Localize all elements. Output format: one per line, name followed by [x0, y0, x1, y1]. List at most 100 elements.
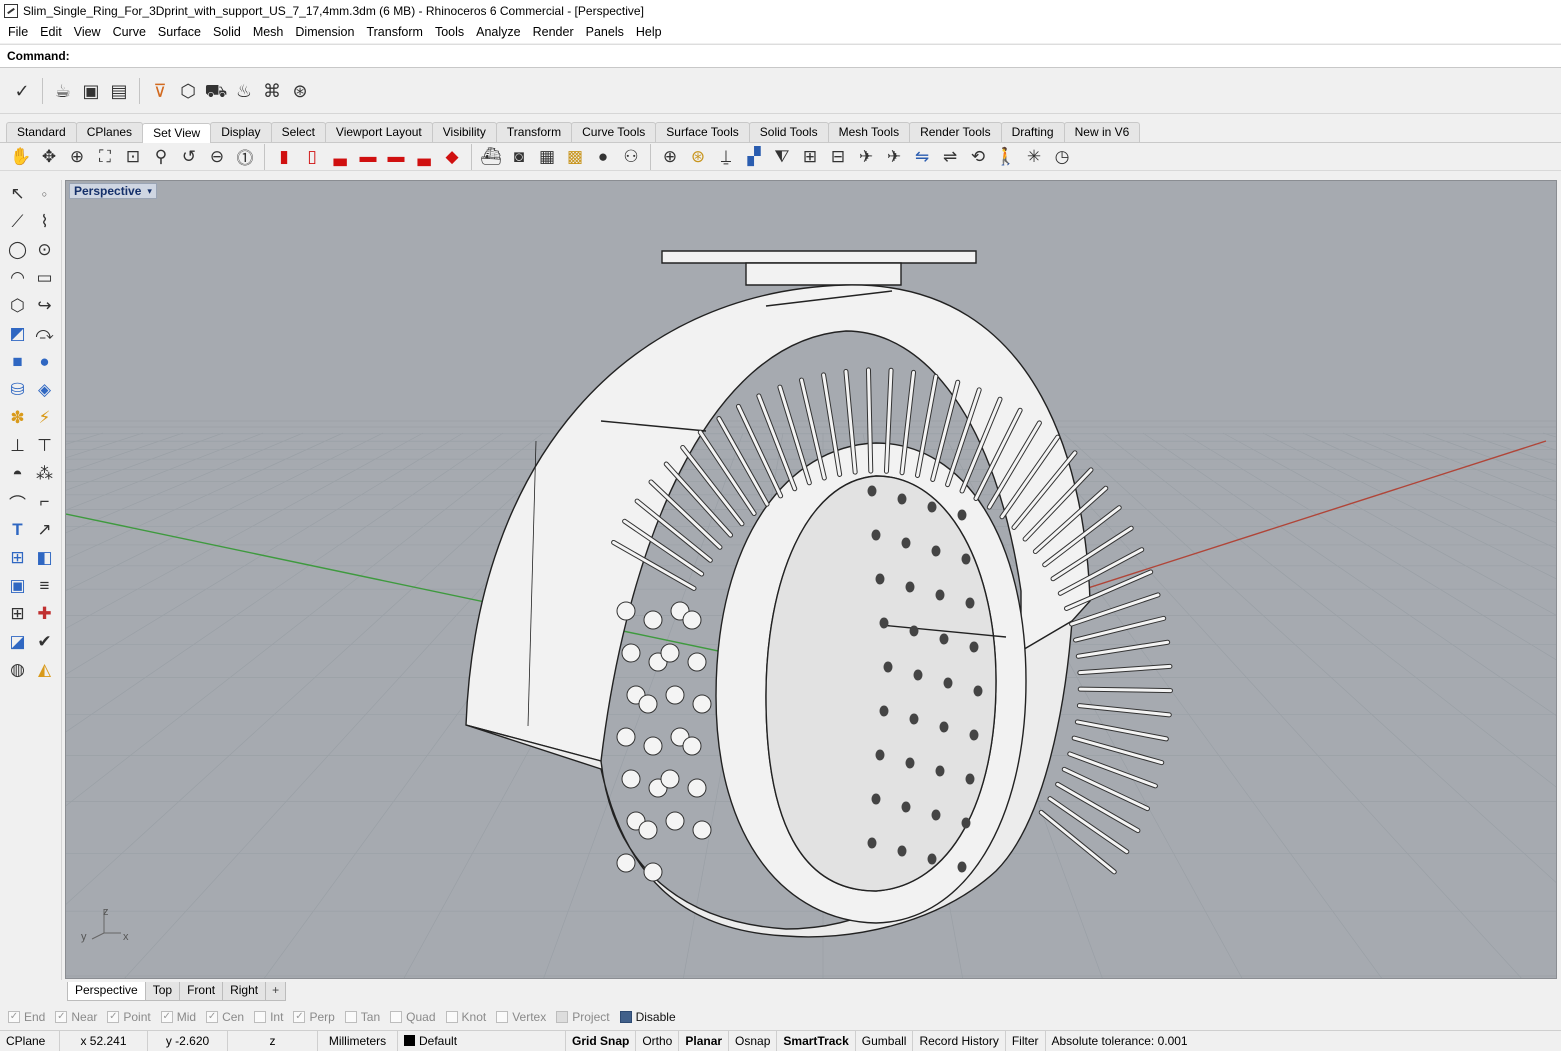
tab-viewport-layout[interactable]: Viewport Layout	[324, 122, 433, 142]
osnap-near[interactable]: ✓ Near	[55, 1010, 97, 1024]
checkbox-icon[interactable]	[619, 1011, 632, 1023]
filter-toggle[interactable]: Filter	[1006, 1030, 1046, 1051]
circle-icon[interactable]: ◯	[4, 237, 31, 263]
checkbox-icon[interactable]	[254, 1011, 267, 1023]
tab-solid-tools[interactable]: Solid Tools	[748, 122, 829, 142]
solid-sphere-icon[interactable]: ●	[31, 349, 58, 375]
boolean-icon[interactable]: ◓	[4, 461, 31, 487]
tab-cplanes[interactable]: CPlanes	[75, 122, 144, 142]
gear-target-icon[interactable]: ⊛	[287, 78, 313, 104]
osnap-project[interactable]: Project	[556, 1010, 610, 1024]
select-arrow-icon[interactable]: ↖	[4, 181, 31, 207]
planar-toggle[interactable]: Planar	[679, 1030, 730, 1051]
checkbox-icon[interactable]	[390, 1011, 403, 1023]
spheres-icon[interactable]: ⚇	[617, 144, 645, 170]
ring-model[interactable]	[465, 250, 1091, 938]
add-viewport-tab-button[interactable]: +	[265, 981, 287, 1001]
shaded-display-icon[interactable]: ▣	[78, 78, 104, 104]
osnap-knot[interactable]: Knot	[445, 1010, 486, 1024]
camera-lens-icon[interactable]: ⛴	[477, 144, 505, 170]
viewtab-perspective[interactable]: Perspective	[67, 981, 146, 1001]
checkbox-icon[interactable]: ✓	[160, 1011, 173, 1023]
checkmark-icon[interactable]: ✔	[31, 629, 58, 655]
airplane-side-icon[interactable]: ✈	[880, 144, 908, 170]
checkbox-icon[interactable]	[496, 1011, 509, 1023]
grid-snap-toggle[interactable]: Grid Snap	[566, 1030, 637, 1051]
checkbox-icon[interactable]: ✓	[293, 1011, 306, 1023]
osnap-end[interactable]: ✓ End	[8, 1010, 45, 1024]
plan-parallel-icon[interactable]: ⊞	[796, 144, 824, 170]
target-camera-icon[interactable]: ⊛	[684, 144, 712, 170]
menu-solid[interactable]: Solid	[207, 22, 247, 43]
tab-mesh-tools[interactable]: Mesh Tools	[827, 122, 911, 142]
menu-dimension[interactable]: Dimension	[289, 22, 360, 43]
gumball-toggle[interactable]: Gumball	[856, 1030, 914, 1051]
tab-display[interactable]: Display	[210, 122, 272, 142]
array-icon[interactable]: ⊞	[4, 601, 31, 627]
menu-file[interactable]: File	[0, 22, 34, 43]
fillet-curve-icon[interactable]: ↪	[31, 293, 58, 319]
osnap-toggle[interactable]: Osnap	[729, 1030, 778, 1051]
dimension-icon[interactable]: ↗	[31, 517, 58, 543]
viewport-menu-caret-icon[interactable]: ▾	[147, 186, 152, 197]
checkbox-icon[interactable]: ✓	[55, 1011, 68, 1023]
checkbox-icon[interactable]	[556, 1011, 569, 1023]
menu-help[interactable]: Help	[630, 22, 668, 43]
view-car-front-icon[interactable]: ▃	[326, 144, 354, 170]
layer-status[interactable]: Default	[398, 1030, 566, 1051]
record-history-toggle[interactable]: Record History	[913, 1030, 1006, 1051]
twist-view-icon[interactable]: ⇋	[908, 144, 936, 170]
arc-icon[interactable]: ◠	[4, 265, 31, 291]
viewtab-right[interactable]: Right	[222, 981, 267, 1001]
tilt-view-icon[interactable]: ⇌	[936, 144, 964, 170]
check-icon[interactable]: ✓	[9, 78, 35, 104]
window-display-icon[interactable]: ▤	[106, 78, 132, 104]
menu-tools[interactable]: Tools	[429, 22, 470, 43]
menu-view[interactable]: View	[68, 22, 107, 43]
explode-icon[interactable]: ⁂	[31, 461, 58, 487]
mirror-icon[interactable]: ◧	[31, 545, 58, 571]
cage-edit-icon[interactable]: ▣	[4, 573, 31, 599]
plants-icon[interactable]: ♨	[231, 78, 257, 104]
view-car-left-icon[interactable]: ▬	[354, 144, 382, 170]
fillet-edge-icon[interactable]: ⌒	[4, 489, 31, 515]
clock-icon[interactable]: ◷	[1048, 144, 1076, 170]
trim-icon[interactable]: ⊥	[4, 433, 31, 459]
menu-render[interactable]: Render	[527, 22, 580, 43]
osnap-tan[interactable]: Tan	[344, 1010, 380, 1024]
gear-mesh-icon[interactable]: ✽	[4, 405, 31, 431]
osnap-quad[interactable]: Quad	[390, 1010, 436, 1024]
checkbox-icon[interactable]: ✓	[206, 1011, 219, 1023]
named-view-icon[interactable]: ▦	[533, 144, 561, 170]
menu-edit[interactable]: Edit	[34, 22, 68, 43]
menu-panels[interactable]: Panels	[580, 22, 630, 43]
camera-icon[interactable]: ◙	[505, 144, 533, 170]
zoom-selected-icon[interactable]: ⚲	[147, 144, 175, 170]
group-icon[interactable]: ⊞	[4, 545, 31, 571]
tab-transform[interactable]: Transform	[495, 122, 573, 142]
view-car-top-icon[interactable]: ▮	[270, 144, 298, 170]
viewport-name[interactable]: Perspective	[74, 184, 141, 198]
osnap-vertex[interactable]: Vertex	[496, 1010, 546, 1024]
viewport-title[interactable]: Perspective ▾	[69, 183, 157, 199]
polygon-icon[interactable]: ⬡	[4, 293, 31, 319]
viewtab-front[interactable]: Front	[179, 981, 224, 1001]
view-car-back-icon[interactable]: ▃	[410, 144, 438, 170]
box-icon[interactable]: ⬡	[175, 78, 201, 104]
zoom-in-icon[interactable]: ⊕	[63, 144, 91, 170]
smarttrack-toggle[interactable]: SmartTrack	[777, 1030, 856, 1051]
elevation-view-icon[interactable]: ⊟	[824, 144, 852, 170]
ellipse-icon[interactable]: ⊙	[31, 237, 58, 263]
menu-mesh[interactable]: Mesh	[247, 22, 290, 43]
tab-standard[interactable]: Standard	[6, 122, 77, 142]
osnap-mid[interactable]: ✓ Mid	[160, 1010, 196, 1024]
named-views-folder-icon[interactable]: ▩	[561, 144, 589, 170]
tab-set-view[interactable]: Set View	[142, 122, 212, 144]
point-icon[interactable]: ○	[31, 181, 58, 207]
viewport-canvas[interactable]: z y x	[66, 181, 1557, 979]
osnap-cen[interactable]: ✓ Cen	[206, 1010, 244, 1024]
zoom-1to1-icon[interactable]: ⓵	[231, 144, 259, 170]
tab-curve-tools[interactable]: Curve Tools	[571, 122, 657, 142]
checkbox-icon[interactable]	[445, 1011, 458, 1023]
osnap-perp[interactable]: ✓ Perp	[293, 1010, 335, 1024]
